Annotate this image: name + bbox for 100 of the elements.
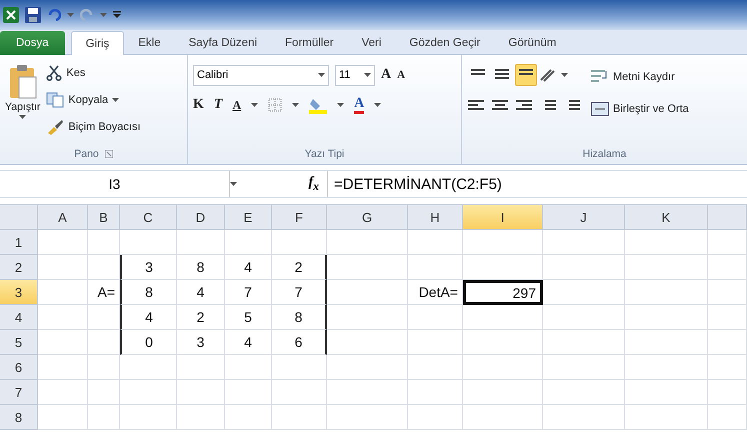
align-right-icon[interactable] (515, 99, 533, 113)
column-header[interactable]: B (88, 205, 120, 230)
sheet-cell[interactable] (543, 305, 625, 330)
sheet-cell[interactable] (327, 355, 408, 380)
sheet-cell[interactable] (88, 230, 120, 255)
column-header[interactable]: J (543, 205, 625, 230)
redo-icon[interactable] (80, 9, 94, 21)
font-color-button[interactable]: A (354, 96, 364, 114)
sheet-cell[interactable]: 8 (272, 305, 327, 330)
row-header[interactable]: 7 (0, 380, 38, 405)
sheet-cell[interactable] (625, 380, 708, 405)
sheet-cell[interactable] (225, 230, 272, 255)
sheet-cell[interactable]: 4 (225, 255, 272, 280)
sheet-cell[interactable] (543, 230, 625, 255)
sheet-cell[interactable] (625, 405, 708, 430)
sheet-cell[interactable] (708, 230, 747, 255)
sheet-cell[interactable]: 2 (272, 255, 327, 280)
sheet-cell[interactable] (408, 230, 463, 255)
insert-function-button[interactable]: f$_{x}$ (237, 171, 327, 197)
column-header[interactable]: G (327, 205, 408, 230)
column-header[interactable]: K (625, 205, 708, 230)
sheet-cell[interactable] (708, 255, 747, 280)
column-header[interactable]: E (225, 205, 272, 230)
sheet-cell[interactable]: DetA= (408, 280, 463, 305)
row-header[interactable]: 3 (0, 280, 38, 305)
launcher-icon[interactable] (104, 150, 113, 158)
ribbon-tab[interactable]: Görünüm (494, 31, 570, 55)
font-name-field[interactable]: Calibri (193, 64, 329, 86)
sheet-cell[interactable] (327, 405, 408, 430)
sheet-cell[interactable] (88, 255, 120, 280)
caret-icon[interactable] (292, 102, 300, 108)
column-header[interactable] (708, 205, 747, 230)
column-header[interactable]: H (408, 205, 463, 230)
clipboard-button[interactable]: Biçim Boyacısı (46, 115, 141, 139)
sheet-cell[interactable]: 0 (120, 330, 177, 355)
sheet-cell[interactable] (708, 405, 747, 430)
merge-icon[interactable] (591, 101, 609, 117)
grow-font-button[interactable]: A (381, 67, 392, 83)
sheet-cell[interactable] (38, 405, 88, 430)
fill-bucket-icon[interactable] (309, 96, 328, 114)
sheet-cell[interactable] (327, 330, 408, 355)
sheet-cell[interactable] (463, 380, 543, 405)
select-all-corner[interactable] (0, 205, 38, 230)
ribbon-tab[interactable]: Sayfa Düzeni (174, 31, 272, 55)
sheet-cell[interactable] (463, 405, 543, 430)
sheet-cell[interactable] (408, 355, 463, 380)
sheet-cell[interactable] (543, 255, 625, 280)
sheet-cell[interactable] (38, 380, 88, 405)
sheet-cell[interactable] (38, 255, 88, 280)
caret-icon[interactable] (561, 72, 568, 78)
sheet-cell[interactable] (543, 330, 625, 355)
sheet-cell[interactable] (543, 280, 625, 305)
vertical-align-button[interactable] (515, 64, 537, 86)
sheet-cell[interactable] (543, 405, 625, 430)
wrap-text-button[interactable]: Metni Kaydır (591, 65, 689, 89)
caret-icon[interactable] (374, 102, 382, 108)
sheet-cell[interactable] (177, 355, 225, 380)
caret-icon[interactable] (230, 182, 237, 186)
column-header[interactable]: F (272, 205, 327, 230)
sheet-cell[interactable] (625, 330, 708, 355)
sheet-cell[interactable] (408, 330, 463, 355)
sheet-cell[interactable] (272, 230, 327, 255)
name-box[interactable]: I3 (0, 171, 230, 197)
sheet-cell[interactable] (120, 405, 177, 430)
sheet-cell[interactable] (708, 380, 747, 405)
sheet-cell[interactable] (38, 230, 88, 255)
row-header[interactable]: 4 (0, 305, 38, 330)
sheet-cell[interactable] (225, 380, 272, 405)
sheet-cell[interactable]: 6 (272, 330, 327, 355)
sheet-cell[interactable] (38, 330, 88, 355)
sheet-cell[interactable] (408, 405, 463, 430)
undo-icon[interactable] (47, 9, 61, 21)
sheet-cell[interactable] (88, 355, 120, 380)
sheet-cell[interactable]: 5 (225, 305, 272, 330)
sheet-cell[interactable] (88, 305, 120, 330)
sheet-cell[interactable] (272, 355, 327, 380)
copy-icon[interactable] (46, 92, 64, 108)
clipboard-button[interactable]: Kes (46, 61, 141, 85)
column-header[interactable]: C (120, 205, 177, 230)
caret-icon[interactable] (318, 72, 325, 78)
active-cell[interactable]: 297 (463, 280, 543, 305)
sheet-cell[interactable]: 4 (120, 305, 177, 330)
row-header[interactable]: 6 (0, 355, 38, 380)
sheet-cell[interactable] (625, 255, 708, 280)
caret-icon[interactable] (337, 102, 344, 108)
sheet-cell[interactable]: 3 (177, 330, 225, 355)
sheet-cell[interactable]: 2 (177, 305, 225, 330)
sheet-cell[interactable]: 3 (120, 255, 177, 280)
bold-button[interactable]: K (193, 97, 204, 113)
sheet-cell[interactable]: 8 (177, 255, 225, 280)
sheet-cell[interactable] (120, 355, 177, 380)
sheet-cell[interactable] (708, 330, 747, 355)
shrink-font-button[interactable]: A (397, 69, 406, 81)
align-left-icon[interactable] (467, 99, 485, 113)
sheet-cell[interactable] (177, 230, 225, 255)
customize-icon[interactable] (113, 10, 121, 20)
sheet-cell[interactable]: 4 (225, 330, 272, 355)
italic-button[interactable]: T (214, 97, 222, 113)
sheet-cell[interactable] (463, 305, 543, 330)
row-header[interactable]: 5 (0, 330, 38, 355)
